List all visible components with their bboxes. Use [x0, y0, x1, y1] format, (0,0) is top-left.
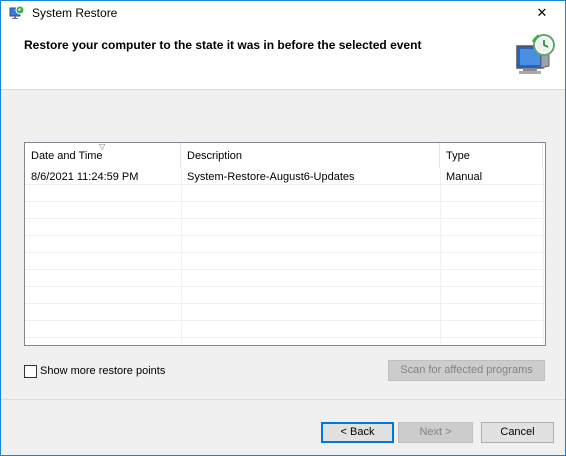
column-header-date[interactable]: ▽ Date and Time [25, 143, 181, 168]
empty-row [25, 321, 545, 338]
close-button[interactable]: ✕ [519, 1, 565, 25]
sort-descending-icon: ▽ [99, 142, 106, 151]
back-button[interactable]: < Back [321, 422, 394, 443]
restore-point-type: Manual [446, 171, 483, 183]
header-panel: Restore your computer to the state it wa… [1, 25, 565, 90]
scan-affected-programs-button[interactable]: Scan for affected programs [388, 360, 545, 381]
column-header-label: Date and Time [31, 150, 103, 162]
empty-row [25, 270, 545, 287]
empty-row [25, 219, 545, 236]
empty-row [25, 185, 545, 202]
empty-row [25, 287, 545, 304]
system-restore-window: System Restore ✕ Restore your computer t… [0, 0, 566, 456]
restore-point-date: 8/6/2021 11:24:59 PM [31, 171, 139, 183]
empty-row [25, 202, 545, 219]
restore-point-description: System-Restore-August6-Updates [187, 171, 355, 183]
restore-points-list[interactable]: ▽ Date and Time Description Type 8/6/202… [24, 142, 546, 346]
cancel-button[interactable]: Cancel [481, 422, 554, 443]
window-title: System Restore [32, 6, 118, 20]
title-bar[interactable]: System Restore ✕ [1, 1, 565, 25]
column-header-type[interactable]: Type [440, 143, 543, 168]
empty-row [25, 304, 545, 321]
page-instruction: Restore your computer to the state it wa… [24, 38, 422, 52]
column-header-description[interactable]: Description [181, 143, 440, 168]
column-header-label: Description [187, 150, 243, 162]
empty-row [25, 236, 545, 253]
empty-row [25, 253, 545, 270]
system-restore-icon [9, 5, 25, 21]
close-icon: ✕ [536, 5, 548, 20]
show-more-restore-points[interactable]: Show more restore points [24, 364, 165, 378]
table-row[interactable]: 8/6/2021 11:24:59 PM System-Restore-Augu… [25, 168, 545, 185]
column-header-label: Type [446, 150, 470, 162]
next-button[interactable]: Next > [398, 422, 473, 443]
show-more-label: Show more restore points [40, 365, 166, 377]
footer-divider [1, 399, 565, 400]
system-restore-monitor-icon [511, 32, 559, 80]
show-more-checkbox[interactable] [24, 364, 37, 378]
list-header: ▽ Date and Time Description Type [25, 143, 545, 168]
